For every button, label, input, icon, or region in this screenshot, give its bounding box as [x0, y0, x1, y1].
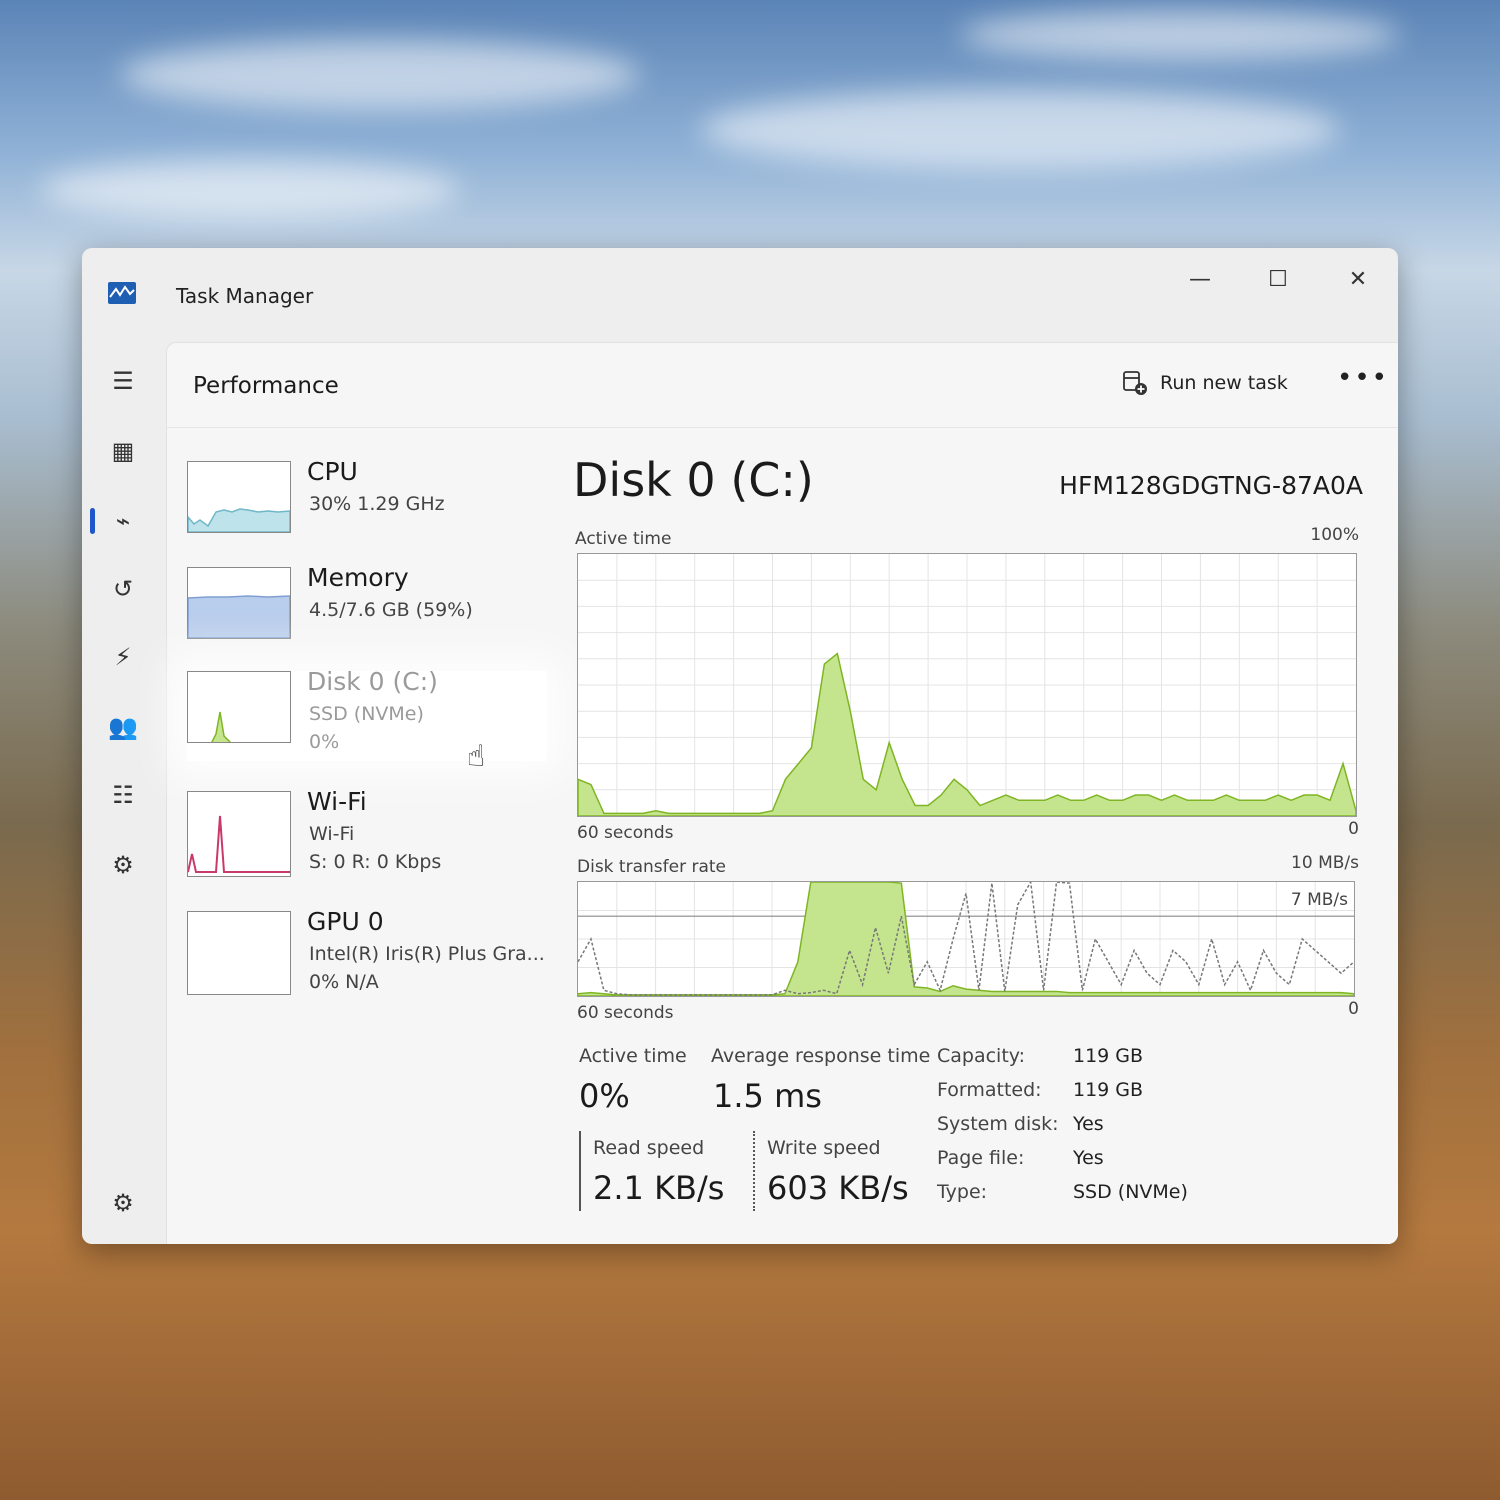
header-divider	[167, 427, 1398, 428]
resource-name: CPU	[307, 457, 358, 486]
resource-detail: SSD (NVMe)	[309, 703, 424, 725]
prop-capacity-value: 119 GB	[1073, 1045, 1144, 1067]
transfer-rate-mid: 7 MB/s	[1290, 890, 1348, 910]
resource-name: GPU 0	[307, 907, 384, 936]
background-cloud	[700, 90, 1340, 170]
services-icon[interactable]: ⚙	[106, 848, 140, 882]
page-title: Performance	[193, 373, 339, 399]
prop-system-disk-value: Yes	[1073, 1113, 1104, 1135]
stat-write-speed-label: Write speed	[767, 1137, 881, 1159]
transfer-rate-x-left: 60 seconds	[577, 1003, 674, 1023]
transfer-rate-max: 10 MB/s	[1291, 853, 1359, 873]
resource-wifi[interactable]: Wi-Fi Wi-Fi S: 0 R: 0 Kbps	[187, 787, 547, 881]
memory-thumbnail	[187, 567, 291, 639]
active-time-graph	[577, 553, 1357, 817]
run-task-icon	[1123, 371, 1147, 395]
prop-formatted-value: 119 GB	[1073, 1079, 1144, 1101]
resource-detail: 4.5/7.6 GB (59%)	[309, 599, 473, 621]
processes-icon[interactable]: ▦	[106, 434, 140, 468]
resource-gpu[interactable]: GPU 0 Intel(R) Iris(R) Plus Gra... 0% N/…	[187, 907, 547, 1001]
more-options-button[interactable]: •••	[1337, 363, 1389, 393]
stat-active-time-value: 0%	[579, 1077, 630, 1115]
cpu-thumbnail	[187, 461, 291, 533]
resource-usage: 0% N/A	[309, 971, 379, 993]
navigation-sidebar: ☰ ▦ ⌁ ↺ ⚡ 👥 ☷ ⚙ ⚙	[82, 340, 166, 1244]
prop-page-file-key: Page file:	[937, 1147, 1025, 1169]
menu-icon[interactable]: ☰	[106, 364, 140, 398]
stat-avg-response-value: 1.5 ms	[713, 1077, 822, 1115]
background-cloud	[120, 40, 640, 110]
active-time-x-left: 60 seconds	[577, 823, 674, 843]
resource-name: Wi-Fi	[307, 787, 367, 816]
resource-disk-selected[interactable]: Disk 0 (C:) SSD (NVMe) 0%	[187, 667, 547, 761]
window-title: Task Manager	[176, 284, 314, 308]
prop-type-value: SSD (NVMe)	[1073, 1181, 1188, 1203]
prop-system-disk-key: System disk:	[937, 1113, 1059, 1135]
close-button[interactable]: ✕	[1336, 260, 1380, 300]
gpu-thumbnail	[187, 911, 291, 995]
write-speed-divider	[753, 1131, 755, 1211]
active-time-label: Active time	[575, 529, 672, 549]
maximize-button[interactable]: ☐	[1256, 260, 1300, 300]
app-history-icon[interactable]: ↺	[106, 572, 140, 606]
prop-page-file-value: Yes	[1073, 1147, 1104, 1169]
disk-model: HFM128GDGTNG-87A0A	[1059, 471, 1363, 500]
disk-title: Disk 0 (C:)	[573, 453, 814, 507]
stat-write-speed-value: 603 KB/s	[767, 1169, 909, 1207]
startup-apps-icon[interactable]: ⚡	[106, 640, 140, 674]
task-manager-icon	[108, 282, 136, 304]
performance-icon[interactable]: ⌁	[106, 504, 140, 538]
stat-read-speed-label: Read speed	[593, 1137, 705, 1159]
resource-detail: Intel(R) Iris(R) Plus Gra...	[309, 943, 545, 965]
transfer-rate-label: Disk transfer rate	[577, 857, 726, 877]
settings-icon[interactable]: ⚙	[106, 1186, 140, 1220]
read-speed-divider	[579, 1131, 581, 1211]
resource-memory[interactable]: Memory 4.5/7.6 GB (59%)	[187, 563, 547, 657]
title-bar[interactable]: Task Manager — ☐ ✕	[82, 248, 1398, 340]
stat-read-speed-value: 2.1 KB/s	[593, 1169, 725, 1207]
stat-active-time-label: Active time	[579, 1045, 687, 1067]
prop-capacity-key: Capacity:	[937, 1045, 1026, 1067]
run-new-task-button[interactable]: Run new task	[1122, 365, 1288, 401]
active-time-max: 100%	[1310, 525, 1359, 545]
prop-type-key: Type:	[937, 1181, 988, 1203]
wifi-thumbnail	[187, 791, 291, 877]
resource-detail: Wi-Fi	[309, 823, 355, 845]
resource-usage: S: 0 R: 0 Kbps	[309, 851, 442, 873]
run-new-task-label: Run new task	[1160, 372, 1288, 394]
details-icon[interactable]: ☷	[106, 778, 140, 812]
task-manager-window: Task Manager — ☐ ✕ ☰ ▦ ⌁ ↺ ⚡ 👥 ☷ ⚙ ⚙ Per…	[82, 248, 1398, 1244]
stat-avg-response-label: Average response time	[711, 1045, 931, 1067]
performance-panel: Performance Run new task ••• CPU 30% 1.2…	[166, 342, 1398, 1244]
transfer-rate-graph: 7 MB/s	[577, 879, 1355, 997]
resource-name: Memory	[307, 563, 409, 592]
users-icon[interactable]: 👥	[106, 710, 140, 744]
active-time-x-right: 0	[1348, 819, 1359, 839]
minimize-button[interactable]: —	[1178, 260, 1222, 300]
resource-detail: 30% 1.29 GHz	[309, 493, 445, 515]
resource-name: Disk 0 (C:)	[307, 667, 438, 696]
prop-formatted-key: Formatted:	[937, 1079, 1042, 1101]
disk-thumbnail	[187, 671, 291, 743]
resource-cpu[interactable]: CPU 30% 1.29 GHz	[187, 457, 547, 551]
background-cloud	[40, 160, 460, 220]
transfer-rate-x-right: 0	[1348, 999, 1359, 1019]
resource-usage: 0%	[309, 731, 340, 753]
hand-cursor-icon: ☝	[467, 739, 486, 774]
selected-nav-indicator	[90, 508, 95, 534]
background-cloud	[960, 10, 1400, 60]
